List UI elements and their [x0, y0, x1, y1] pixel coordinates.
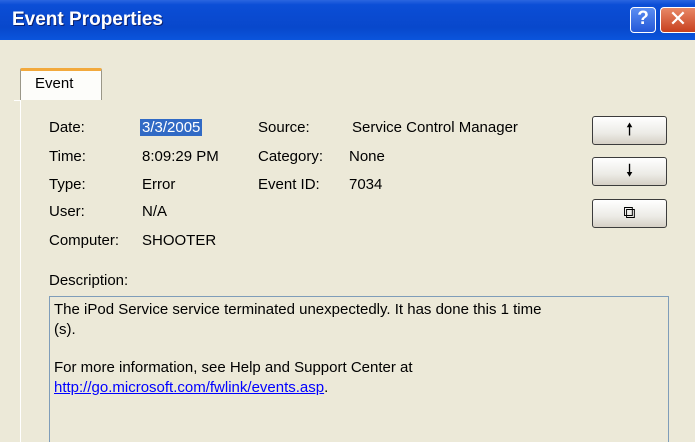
type-value[interactable]: Error	[142, 176, 175, 193]
arrow-up-icon: 🠕	[625, 120, 634, 139]
close-button[interactable]: ✕	[660, 7, 695, 33]
arrow-down-icon: 🠗	[625, 161, 634, 180]
event-properties-window: Event Properties ? ✕ Event Date: 3/3/200…	[0, 0, 695, 442]
computer-label: Computer:	[49, 232, 120, 249]
description-line-1: The iPod Service service terminated unex…	[54, 301, 542, 318]
event-id-value[interactable]: 7034	[349, 176, 382, 193]
link-suffix: .	[324, 379, 329, 396]
date-value[interactable]: 3/3/2005	[140, 119, 203, 136]
copy-button[interactable]: ⧉	[592, 199, 667, 228]
help-button[interactable]: ?	[630, 7, 656, 33]
previous-event-button[interactable]: 🠕	[592, 116, 667, 145]
title-bar[interactable]: Event Properties ? ✕	[0, 0, 695, 40]
help-support-link[interactable]: http://go.microsoft.com/fwlink/events.as…	[54, 379, 324, 396]
window-title: Event Properties	[12, 9, 163, 30]
time-value[interactable]: 8:09:29 PM	[142, 148, 219, 165]
description-line-3: For more information, see Help and Suppo…	[54, 359, 413, 376]
date-label: Date:	[49, 119, 85, 136]
tab-event-label: Event	[35, 75, 74, 92]
user-value[interactable]: N/A	[142, 203, 167, 220]
description-line-2: (s).	[54, 321, 76, 338]
category-value[interactable]: None	[349, 148, 385, 165]
description-link-row: http://go.microsoft.com/fwlink/events.as…	[54, 378, 664, 398]
source-label: Source:	[258, 119, 310, 136]
time-label: Time:	[49, 148, 86, 165]
tab-event[interactable]: Event	[20, 68, 102, 101]
description-textbox[interactable]: The iPod Service service terminated unex…	[49, 296, 669, 442]
computer-value[interactable]: SHOOTER	[142, 232, 216, 249]
copy-icon: ⧉	[623, 203, 636, 222]
source-value[interactable]: Service Control Manager	[352, 119, 518, 136]
description-label: Description:	[49, 272, 129, 289]
category-label: Category:	[258, 148, 324, 165]
next-event-button[interactable]: 🠗	[592, 157, 667, 186]
type-label: Type:	[49, 176, 86, 193]
help-icon: ?	[637, 8, 649, 29]
event-id-label: Event ID:	[258, 176, 320, 193]
close-icon: ✕	[668, 6, 688, 31]
user-label: User:	[49, 203, 85, 220]
